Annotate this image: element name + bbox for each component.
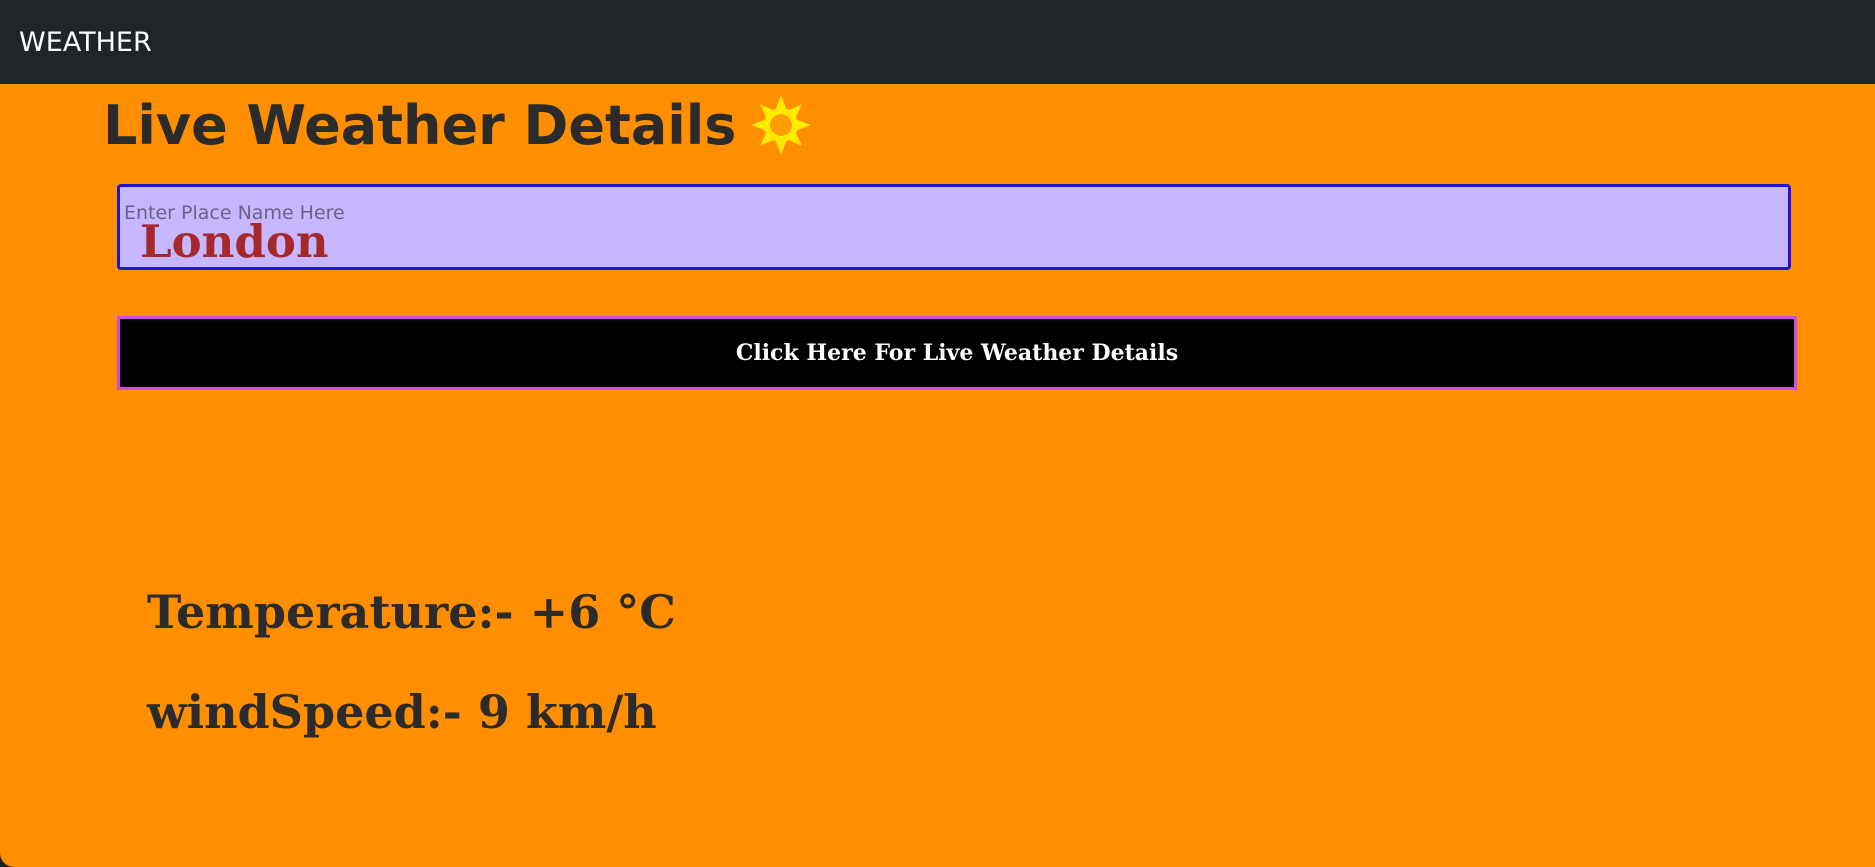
sun-icon (751, 95, 812, 155)
temperature-result: Temperature:- +6 °C (147, 585, 676, 639)
wind-speed-result: windSpeed:- 9 km/h (147, 685, 657, 739)
navbar: WEATHER (0, 0, 1875, 84)
page-title: Live Weather Details (103, 93, 737, 157)
page-heading: Live Weather Details (103, 90, 812, 160)
weather-page: WEATHER Live Weather Details Enter Place… (0, 0, 1875, 867)
navbar-brand[interactable]: WEATHER (19, 27, 152, 58)
search-value[interactable]: London (140, 215, 329, 268)
get-weather-button[interactable]: Click Here For Live Weather Details (117, 316, 1797, 390)
place-search-input[interactable]: Enter Place Name Here London (117, 184, 1791, 270)
